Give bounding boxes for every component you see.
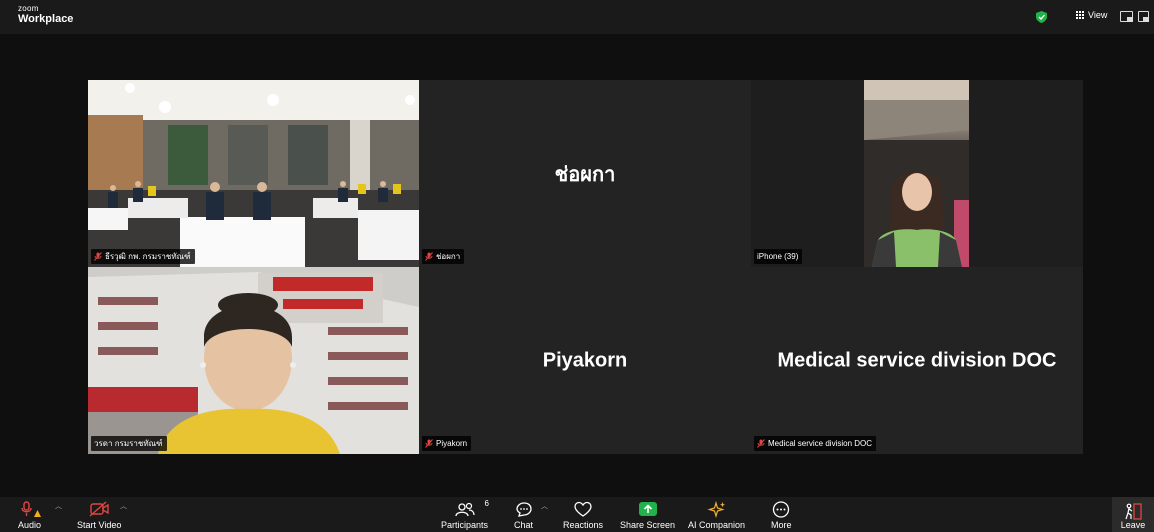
participant-display-name: ช่อผกา xyxy=(554,163,616,186)
participant-name: Piyakorn xyxy=(436,439,468,448)
view-label: View xyxy=(1088,10,1108,20)
meeting-room-video xyxy=(88,80,419,267)
leave-label: Leave xyxy=(1120,520,1146,530)
share-screen-label: Share Screen xyxy=(620,520,676,530)
chat-icon xyxy=(515,502,532,517)
start-video-button[interactable]: Start Video xyxy=(77,497,121,532)
participant-count-badge: 6 xyxy=(484,499,489,508)
mic-muted-icon xyxy=(757,439,765,448)
mic-warning-icon xyxy=(20,501,41,517)
ai-sparkle-icon xyxy=(706,501,725,518)
meeting-controls-toolbar: Audio ︿ Start Video ︿ 6 Participants Cha… xyxy=(0,497,1154,532)
participant-name-tag: ช่อผกา xyxy=(422,249,465,264)
participants-icon xyxy=(454,502,475,517)
mic-muted-icon xyxy=(425,252,433,261)
leave-door-icon xyxy=(1125,503,1142,520)
fullscreen-icon[interactable] xyxy=(1138,11,1149,22)
top-bar: zoom Workplace View xyxy=(0,0,1154,34)
participant-name-tag: ธีรวุฒิ กพ. กรมราชทัณฑ์ xyxy=(91,249,195,264)
chat-label: Chat xyxy=(514,520,534,530)
hospital-background-video xyxy=(88,267,419,454)
logo-line2: Workplace xyxy=(18,13,74,25)
more-label: More xyxy=(771,520,792,530)
audio-button[interactable]: Audio xyxy=(18,497,41,532)
video-tile-chompka[interactable]: ช่อผกา ช่อผกา xyxy=(419,80,751,267)
encryption-shield-icon[interactable] xyxy=(1036,11,1047,23)
audio-label: Audio xyxy=(18,520,42,530)
mic-muted-icon xyxy=(425,439,433,448)
video-tile-medical-service[interactable]: Medical service division DOC Medical ser… xyxy=(751,267,1083,454)
participant-name: ช่อผกา xyxy=(436,252,461,261)
leave-button[interactable]: Leave xyxy=(1112,497,1154,532)
zoom-logo: zoom Workplace xyxy=(18,5,73,25)
video-tile-piyakorn[interactable]: Piyakorn Piyakorn xyxy=(419,267,751,454)
video-tile-worada[interactable]: วรดา กรมราชทัณฑ์ xyxy=(88,267,419,454)
participant-name: วรดา กรมราชทัณฑ์ xyxy=(94,439,163,448)
participant-name: Medical service division DOC xyxy=(768,439,873,448)
video-gallery: ธีรวุฒิ กพ. กรมราชทัณฑ์ ช่อผกา ช่อผกา iP… xyxy=(0,34,1154,497)
participant-display-name: Piyakorn xyxy=(542,349,628,371)
ai-companion-label: AI Companion xyxy=(688,520,746,530)
logo-line1: zoom xyxy=(18,4,39,13)
video-tile-room[interactable]: ธีรวุฒิ กพ. กรมราชทัณฑ์ xyxy=(88,80,419,267)
share-screen-icon xyxy=(638,502,657,516)
chat-button[interactable]: Chat xyxy=(514,497,533,532)
iphone-video xyxy=(864,80,969,267)
participant-name-tag: วรดา กรมราชทัณฑ์ xyxy=(91,436,167,451)
participants-label: Participants xyxy=(441,520,489,530)
participant-display-name: Medical service division DOC xyxy=(777,349,1057,371)
mic-muted-icon xyxy=(94,252,102,261)
reactions-label: Reactions xyxy=(563,520,604,530)
start-video-label: Start Video xyxy=(77,520,122,530)
ai-companion-button[interactable]: AI Companion xyxy=(688,497,745,532)
heart-icon xyxy=(574,501,592,517)
view-button[interactable]: View xyxy=(1076,10,1107,20)
participant-name-tag: Medical service division DOC xyxy=(754,436,877,451)
participants-button[interactable]: 6 Participants xyxy=(441,497,489,532)
grid-view-icon xyxy=(1076,11,1084,19)
participant-name: ธีรวุฒิ กพ. กรมราชทัณฑ์ xyxy=(105,252,191,261)
video-off-icon xyxy=(89,501,109,517)
reactions-button[interactable]: Reactions xyxy=(563,497,603,532)
video-options-caret[interactable]: ︿ xyxy=(120,501,127,511)
participant-name-tag: iPhone (39) xyxy=(754,249,803,264)
video-tile-iphone[interactable]: iPhone (39) xyxy=(751,80,1083,267)
share-screen-button[interactable]: Share Screen xyxy=(620,497,675,532)
picture-in-picture-icon[interactable] xyxy=(1120,11,1133,22)
participant-name-tag: Piyakorn xyxy=(422,436,472,451)
more-ellipsis-icon xyxy=(773,501,790,518)
chat-options-caret[interactable]: ︿ xyxy=(541,501,548,511)
more-button[interactable]: More xyxy=(771,497,792,532)
audio-options-caret[interactable]: ︿ xyxy=(55,501,62,511)
participant-name: iPhone (39) xyxy=(757,252,799,261)
